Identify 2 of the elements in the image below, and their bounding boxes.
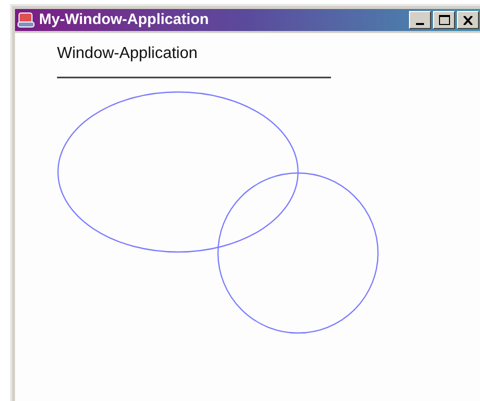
window-title: My-Window-Application	[39, 10, 209, 30]
heading-text: Window-Application	[57, 44, 198, 64]
